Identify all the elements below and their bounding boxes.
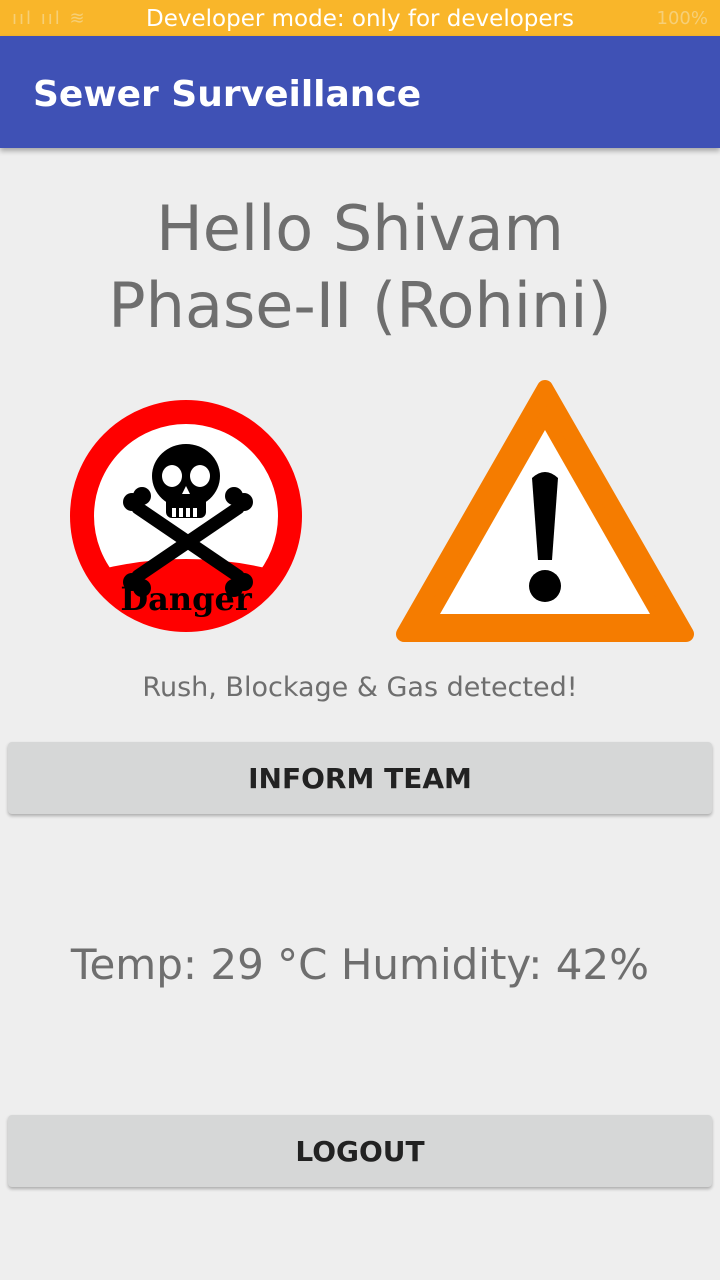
status-bar: ııl ııl ≋ 100% Developer mode: only for … xyxy=(0,0,720,36)
warning-triangle-icon xyxy=(396,380,694,642)
app-bar: Sewer Surveillance xyxy=(0,36,720,148)
danger-label: Danger xyxy=(120,580,252,618)
inform-team-button[interactable]: INFORM TEAM xyxy=(8,742,712,814)
greeting-user: Hello Shivam xyxy=(156,192,564,265)
app-title: Sewer Surveillance xyxy=(33,74,422,115)
greeting-location: Phase-II (Rohini) xyxy=(108,269,612,342)
greeting: Hello Shivam Phase-II (Rohini) xyxy=(0,190,720,344)
sensor-readout: Temp: 29 °C Humidity: 42% xyxy=(70,940,650,989)
danger-skull-icon: Danger xyxy=(70,400,302,632)
developer-mode-banner: Developer mode: only for developers xyxy=(146,6,574,32)
alert-message: Rush, Blockage & Gas detected! xyxy=(142,672,578,703)
logout-button[interactable]: LOGOUT xyxy=(8,1115,712,1187)
